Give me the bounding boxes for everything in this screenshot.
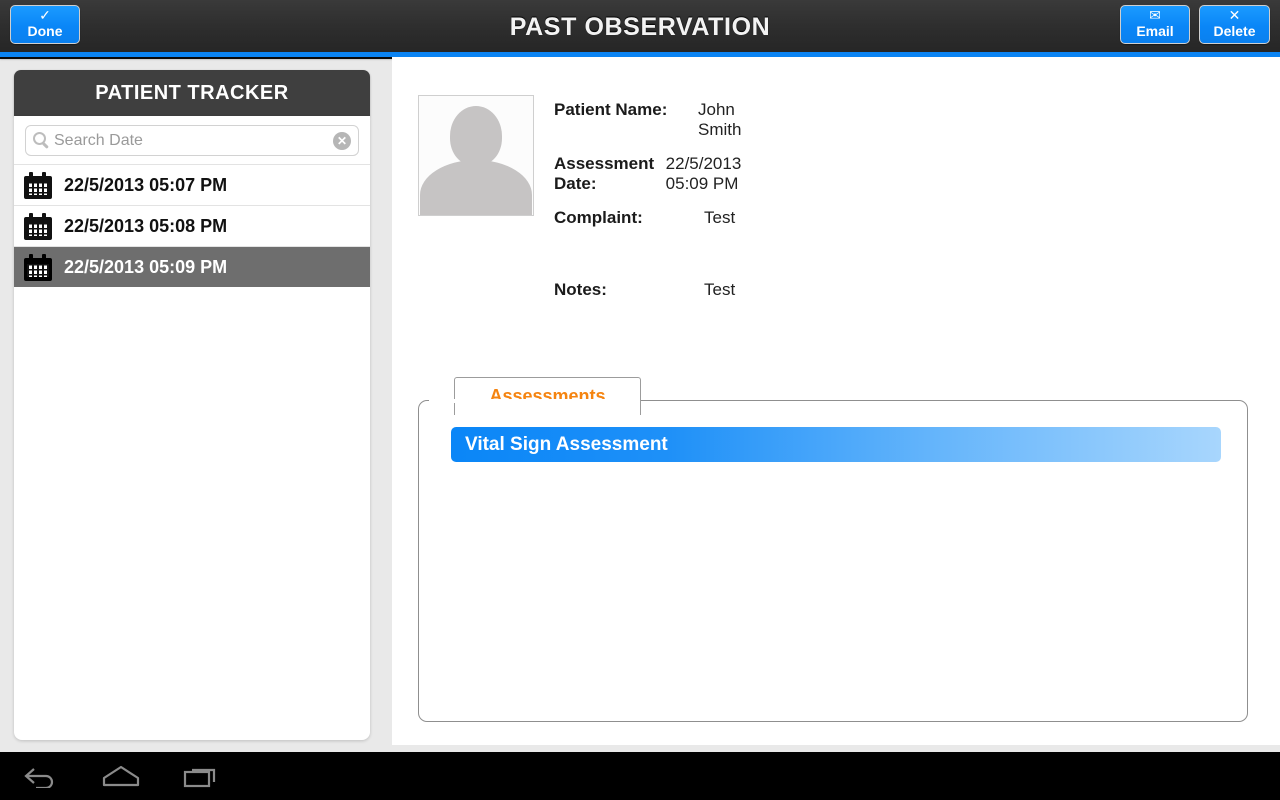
assessment-date-row: Assessment Date: 22/5/2013 05:09 PM	[554, 154, 780, 194]
search-icon	[33, 132, 46, 145]
email-button[interactable]: ✉ Email	[1120, 5, 1190, 44]
list-item[interactable]: 22/5/2013 05:07 PM	[14, 164, 370, 205]
patient-name-value: John Smith	[698, 100, 742, 139]
search-box[interactable]: ✕	[25, 125, 359, 156]
notes-row: Notes: Test	[554, 280, 735, 300]
check-icon: ✓	[39, 7, 51, 23]
list-item[interactable]: 22/5/2013 05:08 PM	[14, 205, 370, 246]
main-content-panel: Patient Name: John Smith Assessment Date…	[392, 57, 1280, 745]
patient-name-label: Patient Name:	[554, 100, 668, 119]
x-icon: ✕	[1228, 7, 1241, 23]
clear-search-icon[interactable]: ✕	[333, 132, 351, 150]
avatar	[418, 95, 534, 216]
vital-sign-assessment-title: Vital Sign Assessment	[451, 427, 1221, 462]
tab-card-seam	[429, 399, 614, 403]
delete-button-label: Delete	[1213, 23, 1256, 39]
calendar-icon	[24, 212, 52, 240]
search-area: ✕	[14, 116, 370, 164]
patient-fields: Patient Name: John Smith Assessment Date…	[554, 100, 780, 242]
avatar-body-shape	[420, 160, 532, 215]
complaint-value: Test	[704, 208, 736, 227]
list-item-label: 22/5/2013 05:08 PM	[64, 215, 228, 236]
assessments-card: Vital Sign Assessment	[418, 400, 1248, 722]
app-root: PAST OBSERVATION ✓ Done ✉ Email ✕ Delete…	[0, 0, 1280, 800]
tab-assessments[interactable]: Assessments	[454, 377, 641, 415]
calendar-icon	[24, 253, 52, 281]
notes-value: Test	[704, 280, 736, 299]
list-item-label: 22/5/2013 05:09 PM	[64, 256, 228, 277]
home-icon[interactable]	[100, 764, 142, 788]
done-button-label: Done	[27, 23, 63, 39]
complaint-row: Complaint: Test	[554, 208, 780, 228]
assessment-date-label: Assessment Date:	[554, 154, 655, 193]
back-arrow-icon[interactable]	[22, 764, 60, 788]
calendar-icon	[24, 171, 52, 199]
notes-label: Notes:	[554, 280, 607, 299]
email-button-label: Email	[1136, 23, 1174, 39]
patient-name-row: Patient Name: John Smith	[554, 100, 780, 140]
date-list-panel: ✕ 22/5/2013 05:07 PM 22/5/2013 05:08 PM	[14, 116, 370, 740]
patient-tracker-sidebar: PATIENT TRACKER ✕ 22/5/2013 05:07 PM	[14, 70, 370, 740]
delete-button[interactable]: ✕ Delete	[1199, 5, 1270, 44]
assessment-date-value: 22/5/2013 05:09 PM	[665, 154, 742, 193]
complaint-label: Complaint:	[554, 208, 643, 227]
list-item-label: 22/5/2013 05:07 PM	[64, 174, 228, 195]
search-input[interactable]	[54, 126, 324, 155]
done-button[interactable]: ✓ Done	[10, 5, 80, 44]
recent-apps-icon[interactable]	[182, 764, 220, 788]
avatar-head-shape	[450, 106, 502, 166]
android-navigation-bar: 5:10 ×	[0, 752, 1280, 800]
envelope-icon: ✉	[1149, 7, 1161, 23]
list-item-selected[interactable]: 22/5/2013 05:09 PM	[14, 246, 370, 287]
page-title: PAST OBSERVATION	[509, 13, 771, 41]
sidebar-title: PATIENT TRACKER	[14, 70, 370, 116]
